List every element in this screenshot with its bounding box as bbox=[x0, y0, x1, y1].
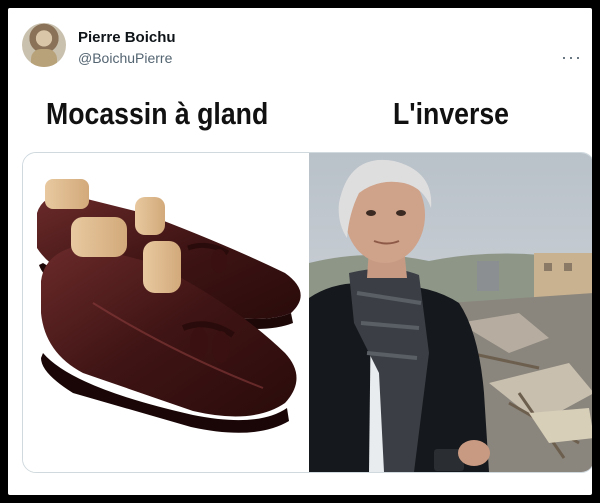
avatar[interactable] bbox=[22, 23, 66, 67]
heading-left: Mocassin à gland bbox=[46, 96, 269, 131]
tweet-card: Pierre Boichu @BoichuPierre ··· Mocassin… bbox=[8, 8, 592, 495]
more-horizontal-icon[interactable]: ··· bbox=[561, 48, 582, 66]
author-handle[interactable]: @BoichuPierre bbox=[78, 50, 172, 66]
heading-right: L'inverse bbox=[393, 96, 510, 131]
author-display-name[interactable]: Pierre Boichu bbox=[78, 29, 176, 46]
tweet-media[interactable] bbox=[22, 152, 592, 473]
loafer-image bbox=[23, 153, 307, 472]
man-rubble-image bbox=[309, 153, 592, 472]
